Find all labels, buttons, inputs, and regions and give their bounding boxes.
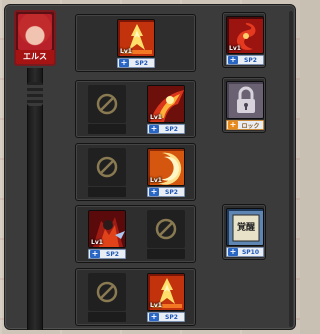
skill-level: Lv1	[120, 48, 132, 55]
skill-row-5: Lv1 + SP2	[75, 268, 196, 326]
plus-icon: +	[149, 312, 159, 321]
skill-slot[interactable]: Lv1 + SP2	[117, 19, 155, 69]
locked-skill-slot[interactable]: + ロック	[226, 81, 264, 131]
skill-row-2: Lv1 + SP2	[75, 80, 196, 138]
locked-bar	[88, 312, 126, 322]
skill-level: Lv1	[150, 114, 162, 121]
sp-cost: SP2	[135, 59, 148, 67]
plus-icon: +	[119, 58, 129, 67]
skill-row-1: Lv1 + SP2	[75, 14, 196, 72]
prohibited-icon	[96, 93, 118, 115]
skill-level: Lv1	[150, 302, 162, 309]
prohibited-icon	[155, 218, 177, 240]
locked-bar	[88, 187, 126, 197]
sp-cost: SP2	[165, 313, 178, 321]
locked-slot	[88, 148, 126, 198]
prohibited-icon	[96, 281, 118, 303]
sp-cost: SP2	[165, 125, 178, 133]
skill-slot[interactable]: Lv1 + SP2	[147, 85, 185, 135]
lock-label: ロック	[241, 122, 260, 130]
locked-bar	[88, 124, 126, 134]
plus-icon: +	[149, 187, 159, 196]
right-skill-box-3: 覚醒 + SP10	[222, 204, 266, 260]
skill-slot[interactable]: Lv1 + SP2	[88, 210, 126, 260]
phoenix-strike-icon[interactable]: Lv1	[147, 85, 185, 123]
skill-slot[interactable]: Lv1 + SP2	[147, 148, 185, 198]
locked-bar	[147, 249, 185, 259]
sp-button[interactable]: + SP2	[88, 249, 126, 259]
padlock-icon[interactable]	[226, 81, 264, 119]
sp-cost: SP2	[106, 250, 119, 258]
awakening-seal-icon[interactable]: 覚醒	[226, 208, 264, 246]
seal-text: 覚醒	[236, 223, 255, 233]
locked-slot	[88, 85, 126, 135]
flame-knight-icon[interactable]: Lv1	[88, 210, 126, 248]
sp-button[interactable]: + SP2	[147, 124, 185, 134]
plus-icon: +	[228, 247, 238, 256]
sp-button[interactable]: + SP2	[117, 58, 155, 68]
character-name: エルス	[16, 50, 54, 64]
skill-slot[interactable]: Lv1 + SP2	[147, 273, 185, 323]
skill-row-3: Lv1 + SP2	[75, 143, 196, 201]
crescent-slash-icon[interactable]: Lv1	[147, 148, 185, 186]
skill-slot[interactable]: Lv1 + SP2	[226, 16, 264, 66]
right-skill-box-2: + ロック	[222, 77, 266, 133]
spine-knot	[27, 82, 43, 106]
sp-cost: SP10	[241, 248, 260, 256]
locked-slot	[147, 210, 185, 260]
plus-icon: +	[90, 249, 100, 258]
panel-scrollbar[interactable]	[289, 11, 293, 327]
right-skill-box-1: Lv1 + SP2	[222, 12, 266, 68]
plus-icon: +	[228, 55, 238, 64]
skill-slot[interactable]: 覚醒 + SP10	[226, 208, 264, 258]
sp-cost: SP2	[165, 188, 178, 196]
unlock-button[interactable]: + ロック	[226, 120, 264, 130]
plus-icon: +	[228, 120, 238, 129]
sp-button[interactable]: + SP2	[226, 55, 264, 65]
prohibited-icon	[96, 156, 118, 178]
tree-spine	[27, 68, 43, 330]
fire-vortex-icon[interactable]: Lv1	[226, 16, 264, 54]
sp-button[interactable]: + SP2	[147, 187, 185, 197]
sp-cost: SP2	[244, 56, 257, 64]
skill-level: Lv1	[229, 45, 241, 52]
locked-slot	[88, 273, 126, 323]
sp-button[interactable]: + SP10	[226, 247, 264, 257]
skill-row-4: Lv1 + SP2	[75, 205, 196, 263]
skill-level: Lv1	[150, 177, 162, 184]
character-column: エルス	[14, 10, 56, 330]
skill-level: Lv1	[91, 239, 103, 246]
sp-button[interactable]: + SP2	[147, 312, 185, 322]
plus-icon: +	[149, 124, 159, 133]
character-face	[18, 14, 52, 50]
character-portrait[interactable]: エルス	[14, 10, 56, 66]
fire-pillar-icon[interactable]: Lv1	[147, 273, 185, 311]
fire-pillar-icon[interactable]: Lv1	[117, 19, 155, 57]
